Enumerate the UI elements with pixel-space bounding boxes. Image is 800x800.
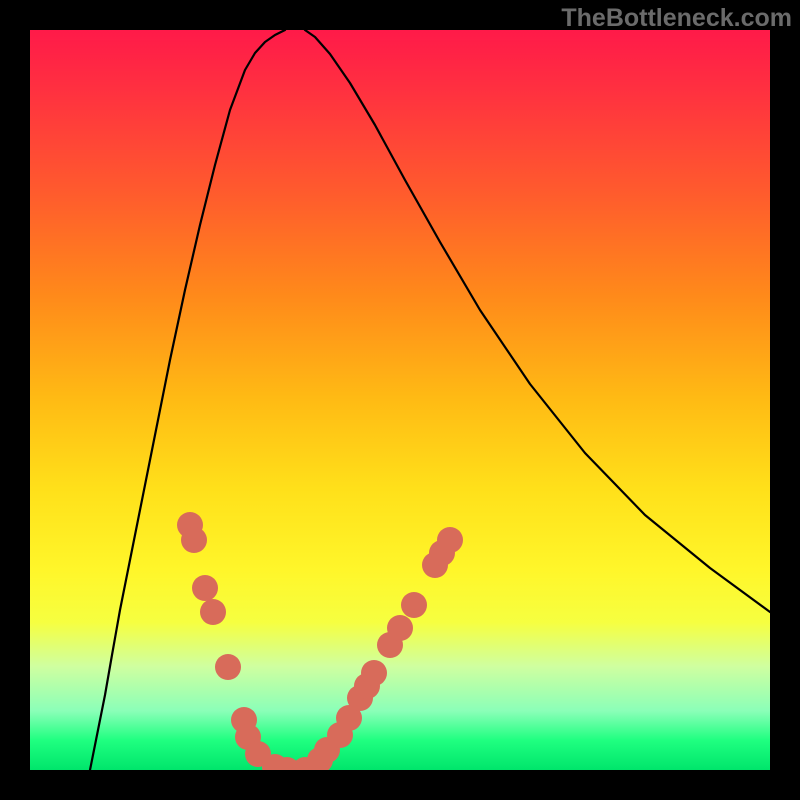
curve-right-branch [305,30,770,612]
marker-dot [361,660,387,686]
marker-dot [437,527,463,553]
plot-area [30,30,770,770]
marker-dot [200,599,226,625]
marker-dot [215,654,241,680]
watermark-label: TheBottleneck.com [561,4,792,33]
chart-svg [30,30,770,770]
marker-dot [192,575,218,601]
marker-dot [401,592,427,618]
chart-frame: TheBottleneck.com [0,0,800,800]
curve-left-branch [90,30,285,770]
marker-dot [387,615,413,641]
marker-dots [177,512,463,770]
marker-dot [181,527,207,553]
curve-lines [90,30,770,770]
